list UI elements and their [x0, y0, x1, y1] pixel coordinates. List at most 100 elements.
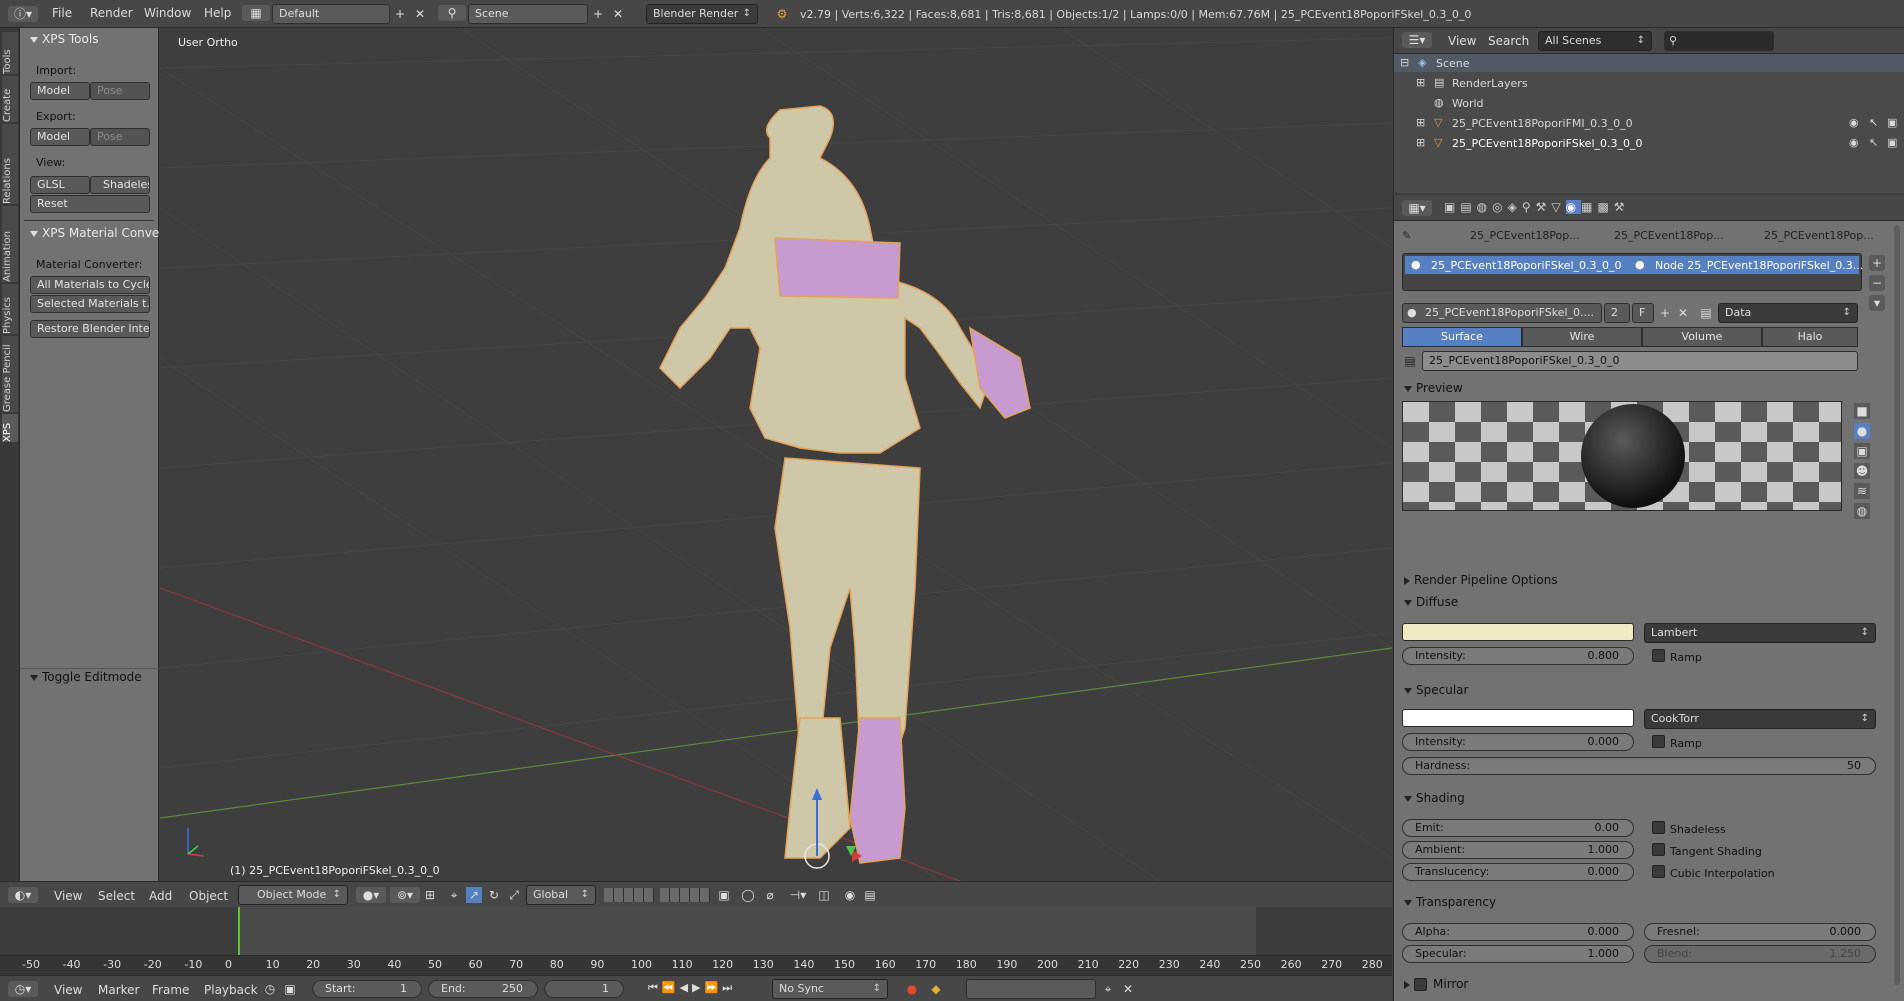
all-materials-to-cycles-button[interactable]: All Materials to Cycles: [30, 276, 150, 294]
tab-xps[interactable]: XPS: [2, 414, 18, 442]
layout-field[interactable]: Default: [272, 4, 390, 24]
cubic-interpolation-checkbox[interactable]: [1652, 865, 1665, 878]
mirror-checkbox[interactable]: [1414, 978, 1427, 991]
import-model-button[interactable]: Model: [30, 82, 90, 100]
3d-viewport[interactable]: User Ortho (1) 25_PCEvent18PoporiFSkel_0…: [160, 28, 1392, 881]
orientation-select[interactable]: Global: [526, 885, 596, 905]
selectable-cursor-icon[interactable]: ↖: [1869, 116, 1878, 129]
record-icon[interactable]: ●: [904, 981, 920, 997]
tab-animation[interactable]: Animation: [2, 206, 18, 282]
preview-flat-icon[interactable]: ■: [1854, 403, 1870, 419]
pin-icon[interactable]: ✎: [1402, 229, 1411, 242]
toggle-editmode-header[interactable]: Toggle Editmode: [30, 670, 142, 684]
glsl-button[interactable]: GLSL: [30, 176, 90, 194]
diffuse-color-swatch[interactable]: [1402, 623, 1634, 641]
end-frame-field[interactable]: End: 250: [428, 980, 538, 998]
tab-physics[interactable]: Physics: [2, 284, 18, 334]
specular-ramp-checkbox[interactable]: [1652, 735, 1665, 748]
import-pose-button[interactable]: Pose: [90, 82, 150, 100]
editor-type-icon[interactable]: ◐▾: [8, 887, 38, 903]
remove-layout-icon[interactable]: ✕: [412, 6, 428, 22]
render-engine-select[interactable]: Blender Render: [646, 4, 758, 24]
outliner-filter-select[interactable]: All Scenes: [1538, 31, 1652, 51]
sync-select[interactable]: No Sync: [772, 979, 888, 999]
keying-set-field[interactable]: [966, 979, 1096, 999]
fake-user-toggle[interactable]: F: [1632, 303, 1654, 323]
transparency-specular-field[interactable]: Specular: 1.000: [1402, 945, 1634, 963]
tab-tools[interactable]: Tools: [2, 32, 18, 74]
tab-wire[interactable]: Wire: [1522, 327, 1642, 347]
ambient-field[interactable]: Ambient: 1.000: [1402, 841, 1634, 859]
outliner-row-object-fskel[interactable]: ⊞ ▽ 25_PCEvent18PoporiFSkel_0.3_0_0 ◉ ↖ …: [1394, 134, 1904, 152]
export-model-button[interactable]: Model: [30, 128, 90, 146]
lock-layers-icon[interactable]: ▣: [716, 887, 732, 903]
slot-specials-icon[interactable]: ▾: [1869, 295, 1885, 311]
menu-file[interactable]: File: [52, 6, 72, 20]
render-animation-icon[interactable]: ▤: [862, 887, 878, 903]
camera-render-icon[interactable]: ◉: [842, 887, 858, 903]
link-select[interactable]: Data: [1718, 303, 1858, 323]
translucency-field[interactable]: Translucency: 0.000: [1402, 863, 1634, 881]
specular-color-swatch[interactable]: [1402, 709, 1634, 727]
current-frame-indicator[interactable]: [238, 907, 240, 957]
outliner-editor-icon[interactable]: ☰▾: [1402, 32, 1432, 48]
outliner-row-scene[interactable]: ⊟ ◈ Scene: [1394, 54, 1904, 72]
blend-field[interactable]: Blend: 1.250: [1644, 945, 1876, 963]
preview-world-icon[interactable]: ◍: [1854, 503, 1870, 519]
mode-select[interactable]: Object Mode: [238, 885, 348, 905]
outliner-row-object-fmi[interactable]: ⊞ ▽ 25_PCEvent18PoporiFMI_0.3_0_0 ◉ ↖ ▣: [1394, 114, 1904, 132]
node-name-field[interactable]: 25_PCEvent18PoporiFSkel_0.3_0_0: [1422, 351, 1858, 371]
renderable-camera-icon[interactable]: ▣: [1887, 116, 1897, 129]
preview-cube-icon[interactable]: ▣: [1854, 443, 1870, 459]
specular-intensity-field[interactable]: Intensity: 0.000: [1402, 733, 1634, 751]
lock-range-icon[interactable]: ▣: [282, 981, 298, 997]
alpha-field[interactable]: Alpha: 0.000: [1402, 923, 1634, 941]
restore-blender-internal-button[interactable]: Restore Blender Inte...: [30, 320, 150, 338]
preview-panel-header[interactable]: Preview: [1404, 381, 1463, 395]
viewport-menu-object[interactable]: Object: [189, 889, 228, 903]
menu-help[interactable]: Help: [204, 6, 231, 20]
timeline-editor-icon[interactable]: ◷▾: [8, 981, 38, 997]
users-count[interactable]: 2: [1604, 303, 1630, 323]
viewport-menu-view[interactable]: View: [54, 889, 82, 903]
expand-icon[interactable]: ⊞: [1416, 76, 1425, 89]
selectable-cursor-icon[interactable]: ↖: [1869, 136, 1878, 149]
remove-slot-icon[interactable]: −: [1869, 275, 1885, 291]
screen-layout-icon[interactable]: ▦: [242, 5, 270, 21]
shadeless-checkbox[interactable]: [1652, 821, 1665, 834]
expand-icon[interactable]: ⊞: [1416, 136, 1425, 149]
render-preview-icon[interactable]: ◫: [816, 887, 832, 903]
fresnel-field[interactable]: Fresnel: 0.000: [1644, 923, 1876, 941]
limit-selection-icon[interactable]: ⊞: [422, 887, 438, 903]
add-slot-icon[interactable]: +: [1869, 255, 1885, 271]
specular-header[interactable]: Specular: [1404, 683, 1468, 697]
tab-halo[interactable]: Halo: [1762, 327, 1858, 347]
tab-relations[interactable]: Relations: [2, 124, 18, 204]
diffuse-intensity-field[interactable]: Intensity: 0.800: [1402, 647, 1634, 665]
preview-range-icon[interactable]: ◷: [262, 981, 278, 997]
export-pose-button[interactable]: Pose: [90, 128, 150, 146]
xps-tools-header[interactable]: XPS Tools: [30, 32, 98, 46]
scale-icon[interactable]: ⤢: [506, 887, 522, 903]
properties-scrollbar[interactable]: [1894, 225, 1900, 985]
outliner-menu-view[interactable]: View: [1448, 34, 1476, 48]
render-pipeline-header[interactable]: Render Pipeline Options: [1404, 573, 1558, 587]
material-converter-header[interactable]: XPS Material Conver: [30, 226, 164, 240]
selected-materials-button[interactable]: Selected Materials t...: [30, 295, 150, 313]
outliner-search-input[interactable]: ⚲: [1664, 31, 1774, 51]
visibility-eye-icon[interactable]: ◉: [1849, 116, 1859, 129]
material-slot-selected[interactable]: ● 25_PCEvent18PoporiFSkel_0.3_0_0 ● Node…: [1405, 256, 1863, 274]
manipulator-icon[interactable]: ⌖: [446, 887, 462, 903]
shadeless-button[interactable]: Shadeless: [90, 176, 150, 194]
insert-keyframe-icon[interactable]: ⌖: [1100, 981, 1116, 997]
breadcrumb-item[interactable]: 25_PCEvent18Pop...: [1470, 229, 1580, 242]
scene-icon[interactable]: ⚲: [438, 5, 466, 21]
rotate-icon[interactable]: ↻: [486, 887, 502, 903]
timeline-menu-playback[interactable]: Playback: [204, 983, 258, 997]
snap-element-icon[interactable]: ⊣▾: [784, 887, 812, 903]
context-tabs[interactable]: ▣▤◍◎◈⚲⚒▽◉▦▩⚒: [1444, 200, 1644, 216]
proportional-edit-icon[interactable]: ◯: [740, 887, 756, 903]
tab-surface[interactable]: Surface: [1402, 327, 1522, 347]
transparency-header[interactable]: Transparency: [1404, 895, 1496, 909]
add-scene-icon[interactable]: +: [590, 6, 606, 22]
